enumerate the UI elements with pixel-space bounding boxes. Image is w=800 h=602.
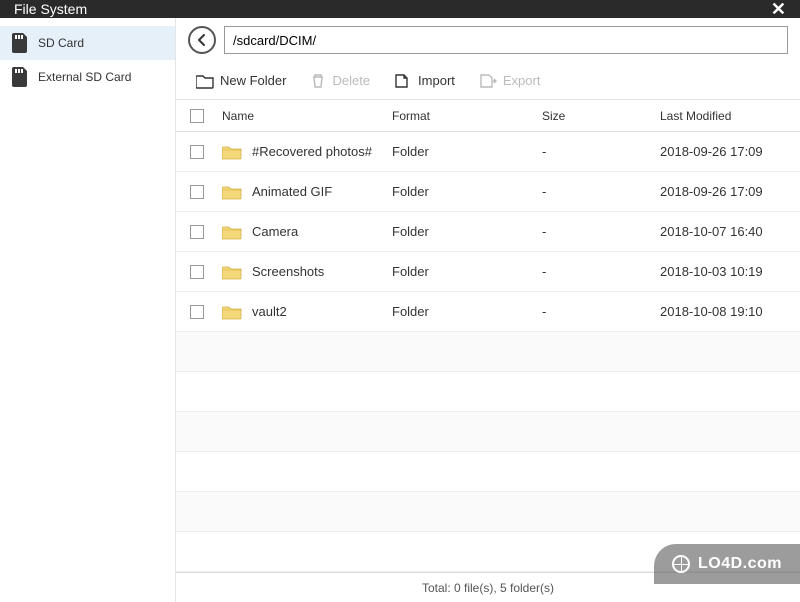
folder-icon — [222, 144, 242, 160]
col-header-format[interactable]: Format — [392, 109, 542, 123]
file-size: - — [542, 144, 660, 159]
col-header-name[interactable]: Name — [218, 109, 392, 123]
file-size: - — [542, 264, 660, 279]
sidebar-item-label: SD Card — [38, 36, 84, 50]
sidebar-item-external-sdcard[interactable]: External SD Card — [0, 60, 175, 94]
new-folder-icon — [196, 73, 214, 89]
file-format: Folder — [392, 264, 542, 279]
close-icon[interactable]: ✕ — [771, 0, 786, 18]
sdcard-icon — [12, 67, 28, 87]
file-modified: 2018-09-26 17:09 — [660, 184, 800, 199]
watermark: LO4D.com — [654, 544, 800, 584]
delete-label: Delete — [332, 73, 370, 88]
sdcard-icon — [12, 33, 28, 53]
file-modified: 2018-10-07 16:40 — [660, 224, 800, 239]
file-name: Camera — [252, 224, 298, 239]
new-folder-button[interactable]: New Folder — [186, 66, 296, 96]
sidebar-item-sdcard[interactable]: SD Card — [0, 26, 175, 60]
table-row[interactable]: Camera Folder-2018-10-07 16:40 — [176, 212, 800, 252]
new-folder-label: New Folder — [220, 73, 286, 88]
trash-icon — [310, 73, 326, 89]
file-format: Folder — [392, 224, 542, 239]
watermark-text: LO4D.com — [698, 555, 782, 573]
empty-row — [176, 492, 800, 532]
file-format: Folder — [392, 304, 542, 319]
table-row[interactable]: Animated GIF Folder-2018-09-26 17:09 — [176, 172, 800, 212]
file-name: Animated GIF — [252, 184, 332, 199]
path-input[interactable] — [224, 26, 788, 54]
sidebar-item-label: External SD Card — [38, 70, 131, 84]
globe-icon — [672, 555, 690, 573]
file-table: Name Format Size Last Modified #Recovere… — [176, 100, 800, 602]
row-checkbox[interactable] — [190, 225, 204, 239]
file-size: - — [542, 304, 660, 319]
table-row[interactable]: #Recovered photos# Folder-2018-09-26 17:0… — [176, 132, 800, 172]
folder-icon — [222, 264, 242, 280]
window-title: File System — [14, 1, 87, 17]
empty-row — [176, 332, 800, 372]
empty-row — [176, 452, 800, 492]
row-checkbox[interactable] — [190, 265, 204, 279]
folder-icon — [222, 304, 242, 320]
export-button: Export — [469, 66, 551, 96]
file-format: Folder — [392, 184, 542, 199]
folder-icon — [222, 224, 242, 240]
pathbar — [176, 18, 800, 62]
titlebar: File System ✕ — [0, 0, 800, 18]
back-button[interactable] — [188, 26, 216, 54]
empty-row — [176, 372, 800, 412]
row-checkbox[interactable] — [190, 145, 204, 159]
window-body: SD Card External SD Card — [0, 18, 800, 602]
file-name: #Recovered photos# — [252, 144, 372, 159]
folder-icon — [222, 184, 242, 200]
toolbar: New Folder Delete Import — [176, 62, 800, 100]
file-name: vault2 — [252, 304, 287, 319]
table-row[interactable]: Screenshots Folder-2018-10-03 10:19 — [176, 252, 800, 292]
file-modified: 2018-10-08 19:10 — [660, 304, 800, 319]
col-header-modified[interactable]: Last Modified — [660, 109, 800, 123]
import-button[interactable]: Import — [384, 66, 465, 96]
row-checkbox[interactable] — [190, 305, 204, 319]
col-header-size[interactable]: Size — [542, 109, 660, 123]
file-name: Screenshots — [252, 264, 324, 279]
row-checkbox[interactable] — [190, 185, 204, 199]
export-icon — [479, 73, 497, 89]
window: File System ✕ SD Card External SD Card — [0, 0, 800, 584]
file-modified: 2018-10-03 10:19 — [660, 264, 800, 279]
import-label: Import — [418, 73, 455, 88]
status-text: Total: 0 file(s), 5 folder(s) — [422, 581, 554, 595]
export-label: Export — [503, 73, 541, 88]
delete-button: Delete — [300, 66, 380, 96]
import-icon — [394, 73, 412, 89]
select-all-checkbox[interactable] — [190, 109, 204, 123]
table-rows: #Recovered photos#Folder-2018-09-26 17:0… — [176, 132, 800, 572]
file-size: - — [542, 224, 660, 239]
table-header: Name Format Size Last Modified — [176, 100, 800, 132]
file-format: Folder — [392, 144, 542, 159]
file-modified: 2018-09-26 17:09 — [660, 144, 800, 159]
file-size: - — [542, 184, 660, 199]
empty-row — [176, 412, 800, 452]
sidebar: SD Card External SD Card — [0, 18, 176, 602]
main: New Folder Delete Import — [176, 18, 800, 602]
table-row[interactable]: vault2 Folder-2018-10-08 19:10 — [176, 292, 800, 332]
